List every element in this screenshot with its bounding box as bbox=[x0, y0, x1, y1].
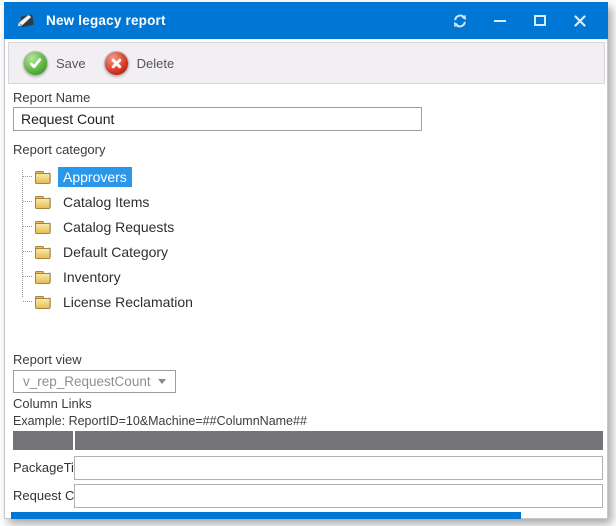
report-name-input[interactable] bbox=[13, 107, 422, 131]
report-category-label: Report category bbox=[13, 142, 106, 157]
column-link-row-request-count: Request Count bbox=[13, 483, 603, 508]
tree-item-label: Approvers bbox=[58, 167, 132, 187]
tree-item-inventory[interactable]: Inventory bbox=[13, 264, 126, 289]
request-count-input[interactable] bbox=[74, 484, 603, 508]
dialog-new-legacy-report: New legacy report bbox=[4, 2, 608, 519]
window-bottom-border bbox=[11, 512, 521, 519]
tree-item-label: Catalog Requests bbox=[58, 217, 179, 237]
tree-item-license-reclamation[interactable]: License Reclamation bbox=[13, 289, 198, 314]
folder-icon bbox=[35, 170, 52, 184]
tree-item-catalog-requests[interactable]: Catalog Requests bbox=[13, 214, 179, 239]
report-view-value: v_rep_RequestCount bbox=[23, 374, 158, 389]
report-category-tree: Approvers Catalog Items Catalog Requests… bbox=[13, 164, 333, 316]
column-links-example: Example: ReportID=10&Machine=##ColumnNam… bbox=[13, 414, 307, 428]
request-count-label: Request Count bbox=[13, 488, 74, 503]
column-links-header-cell-1 bbox=[13, 431, 73, 450]
close-icon[interactable] bbox=[572, 13, 588, 29]
tree-item-label: License Reclamation bbox=[58, 292, 198, 312]
folder-icon bbox=[35, 195, 52, 209]
delete-button-label: Delete bbox=[137, 56, 175, 71]
window-title: New legacy report bbox=[46, 13, 166, 28]
report-name-label: Report Name bbox=[13, 90, 90, 105]
report-view-select[interactable]: v_rep_RequestCount bbox=[13, 370, 176, 393]
report-view-label: Report view bbox=[13, 352, 82, 367]
packagetitle-label: PackageTitle bbox=[13, 460, 74, 475]
tree-item-default-category[interactable]: Default Category bbox=[13, 239, 173, 264]
folder-icon bbox=[35, 295, 52, 309]
save-button[interactable]: Save bbox=[19, 51, 100, 76]
save-check-icon bbox=[23, 51, 48, 76]
toolbar: Save Delete bbox=[8, 42, 605, 84]
save-button-label: Save bbox=[56, 56, 86, 71]
packagetitle-input[interactable] bbox=[74, 456, 603, 480]
column-link-row-packagetitle: PackageTitle bbox=[13, 455, 603, 480]
minimize-icon[interactable] bbox=[492, 13, 508, 29]
tree-item-approvers[interactable]: Approvers bbox=[13, 164, 132, 189]
tree-item-label: Inventory bbox=[58, 267, 126, 287]
refresh-icon[interactable] bbox=[452, 13, 468, 29]
delete-button[interactable]: Delete bbox=[100, 51, 189, 76]
column-links-header-cell-2 bbox=[75, 431, 603, 450]
titlebar: New legacy report bbox=[4, 2, 608, 39]
folder-icon bbox=[35, 220, 52, 234]
maximize-icon[interactable] bbox=[532, 13, 548, 29]
delete-x-icon bbox=[104, 51, 129, 76]
chevron-down-icon bbox=[158, 379, 166, 384]
tree-item-label: Catalog Items bbox=[58, 192, 154, 212]
folder-icon bbox=[35, 245, 52, 259]
window-controls bbox=[452, 13, 596, 29]
column-links-header bbox=[13, 431, 603, 450]
notepad-pencil-icon bbox=[16, 11, 37, 30]
tree-item-catalog-items[interactable]: Catalog Items bbox=[13, 189, 154, 214]
folder-icon bbox=[35, 270, 52, 284]
tree-item-label: Default Category bbox=[58, 242, 173, 262]
column-links-label: Column Links bbox=[13, 396, 92, 411]
